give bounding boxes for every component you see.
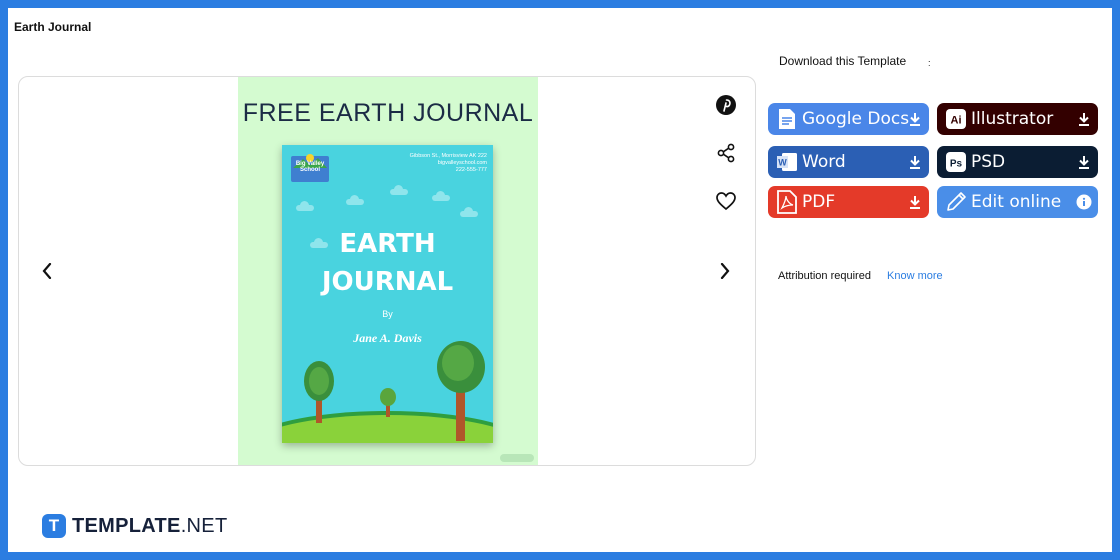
download-arrow-icon <box>910 156 920 169</box>
info-icon <box>1076 194 1092 210</box>
cover-by: By <box>382 309 393 319</box>
svg-text:Ai: Ai <box>951 115 962 127</box>
download-arrow-icon <box>910 113 920 126</box>
illustrator-icon: Ai <box>945 107 967 131</box>
brand-name-suffix: .NET <box>180 514 228 537</box>
google-docs-label: Google Docs <box>802 109 910 129</box>
edit-pen-icon <box>945 190 967 214</box>
cover-title-line2: JOURNAL <box>321 267 454 297</box>
brand-mark-icon: T <box>42 514 66 538</box>
template-preview-viewer: FREE EARTH JOURNAL Big Valley School Gib… <box>18 76 756 466</box>
download-template-label: Download this Template <box>779 54 907 68</box>
google-docs-download-button[interactable]: Google Docs <box>768 103 929 135</box>
preview-heading: FREE EARTH JOURNAL <box>242 99 534 127</box>
psd-download-button[interactable]: Ps PSD <box>937 146 1098 178</box>
share-icon[interactable] <box>714 141 738 165</box>
psd-label: PSD <box>971 152 1006 172</box>
brand-name: TEMPLATE.NET <box>72 515 227 538</box>
template-net-logo[interactable]: T TEMPLATE.NET <box>42 514 227 538</box>
cover-title: EARTH JOURNAL <box>282 225 493 301</box>
word-label: Word <box>802 152 846 172</box>
word-download-button[interactable]: W Word <box>768 146 929 178</box>
svg-text:Ps: Ps <box>950 159 963 170</box>
page-title: Earth Journal <box>14 20 92 34</box>
next-arrow-icon[interactable] <box>715 261 735 281</box>
phone-line: 222-555-777 <box>455 167 487 173</box>
journal-cover: Big Valley School Gibbson St., Morrisvie… <box>282 145 493 443</box>
svg-text:W: W <box>778 158 787 168</box>
previous-arrow-icon[interactable] <box>37 261 57 281</box>
address-line: Gibbson St., Morrisview AK 222 <box>409 153 487 159</box>
school-address: Gibbson St., Morrisview AK 222 bigvalley… <box>377 153 487 174</box>
cloud-decoration <box>346 195 364 205</box>
edit-online-button[interactable]: Edit online <box>937 186 1098 218</box>
pinterest-icon[interactable] <box>714 93 738 117</box>
trees-landscape-illustration <box>282 341 493 443</box>
cloud-decoration <box>432 191 450 201</box>
pdf-label: PDF <box>802 192 836 212</box>
cloud-decoration <box>460 207 478 217</box>
brand-name-bold: TEMPLATE <box>72 514 181 537</box>
illustrator-label: Illustrator <box>971 109 1054 129</box>
page-frame: Earth Journal FREE EARTH JOURNAL Big Val… <box>8 8 1112 552</box>
cover-title-line1: EARTH <box>339 229 436 259</box>
download-arrow-icon <box>1079 113 1089 126</box>
attribution-required-text: Attribution required <box>778 270 871 282</box>
know-more-link[interactable]: Know more <box>887 270 943 282</box>
google-docs-icon <box>776 107 798 131</box>
cloud-decoration <box>390 185 408 195</box>
cloud-decoration <box>296 201 314 211</box>
website-line: bigvalleyschool.com <box>437 160 487 166</box>
pdf-download-button[interactable]: PDF <box>768 186 929 218</box>
download-arrow-icon <box>910 196 920 209</box>
school-logo-text: Big Valley School <box>295 161 325 173</box>
word-icon: W <box>776 150 798 174</box>
pdf-icon <box>776 190 798 214</box>
download-arrow-icon <box>1079 156 1089 169</box>
download-label-colon: : <box>928 58 931 68</box>
photoshop-icon: Ps <box>945 150 967 174</box>
edit-online-label: Edit online <box>971 192 1062 212</box>
heart-favorite-icon[interactable] <box>714 189 738 213</box>
template-watermark <box>500 454 534 462</box>
template-preview-image: FREE EARTH JOURNAL Big Valley School Gib… <box>238 77 538 465</box>
illustrator-download-button[interactable]: Ai Illustrator <box>937 103 1098 135</box>
